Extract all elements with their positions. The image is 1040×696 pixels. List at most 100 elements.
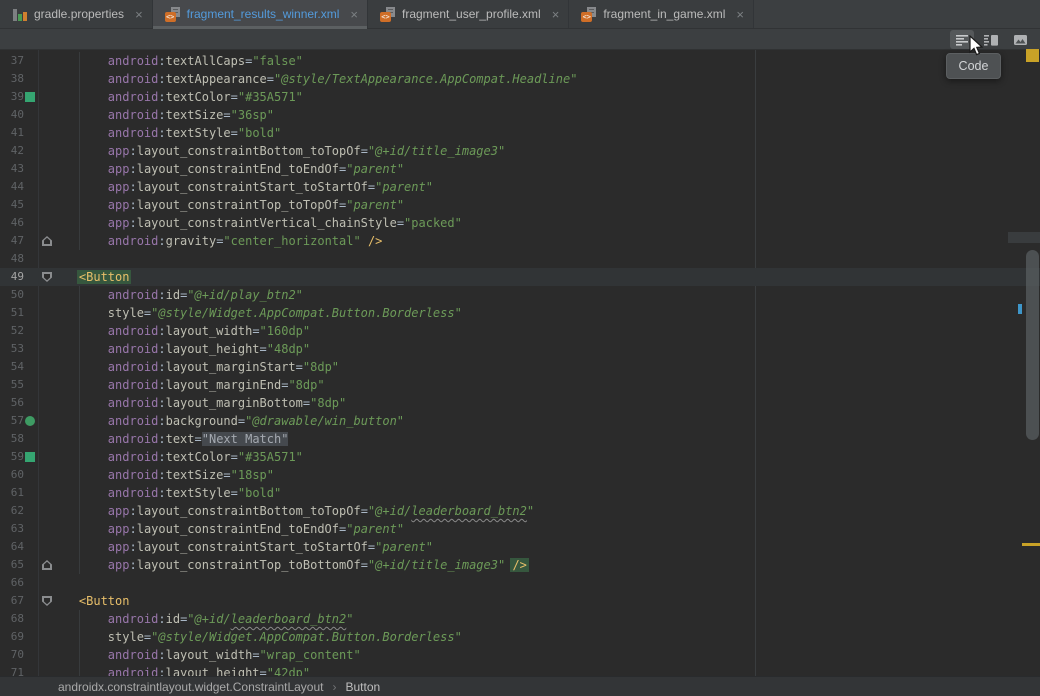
line-number: 62 [0, 502, 24, 520]
code-line-39[interactable]: 39 android:textColor="#35A571" [0, 88, 1040, 106]
code-line-55[interactable]: 55 android:layout_marginEnd="8dp" [0, 376, 1040, 394]
code-line-57[interactable]: 57 android:background="@drawable/win_but… [0, 412, 1040, 430]
code-text: android:layout_marginEnd="8dp" [50, 376, 325, 394]
code-line-58[interactable]: 58 android:text="Next Match" [0, 430, 1040, 448]
drawable-preview-icon[interactable] [25, 416, 35, 426]
stripe-info-mark[interactable] [1018, 304, 1022, 314]
line-number: 64 [0, 538, 24, 556]
editor-tab-bar: gradle.properties × <> fragment_results_… [0, 0, 1040, 29]
code-line-37[interactable]: 37 android:textAllCaps="false" [0, 52, 1040, 70]
code-text: app:layout_constraintTop_toBottomOf="@+i… [50, 556, 527, 574]
code-line-49[interactable]: 49 <Button [0, 268, 1040, 286]
code-line-50[interactable]: 50 android:id="@+id/play_btn2" [0, 286, 1040, 304]
breadcrumb-button[interactable]: Button [346, 680, 381, 694]
code-text: app:layout_constraintStart_toStartOf="pa… [50, 178, 433, 196]
code-line-68[interactable]: 68 android:id="@+id/leaderboard_btn2" [0, 610, 1040, 628]
code-line-56[interactable]: 56 android:layout_marginBottom="8dp" [0, 394, 1040, 412]
line-number: 59 [0, 448, 24, 466]
code-text: android:id="@+id/leaderboard_btn2" [50, 610, 353, 628]
line-number: 66 [0, 574, 24, 592]
code-line-51[interactable]: 51 style="@style/Widget.AppCompat.Button… [0, 304, 1040, 322]
xml-file-icon: <> [165, 7, 181, 22]
close-icon[interactable]: × [552, 8, 560, 21]
code-line-64[interactable]: 64 app:layout_constraintStart_toStartOf=… [0, 538, 1040, 556]
code-line-70[interactable]: 70 android:layout_width="wrap_content" [0, 646, 1040, 664]
line-number: 68 [0, 610, 24, 628]
code-line-43[interactable]: 43 app:layout_constraintEnd_toEndOf="par… [0, 160, 1040, 178]
code-editor[interactable]: 37 android:textAllCaps="false"38 android… [0, 50, 1040, 676]
code-line-59[interactable]: 59 android:textColor="#35A571" [0, 448, 1040, 466]
code-line-65[interactable]: 65 app:layout_constraintTop_toBottomOf="… [0, 556, 1040, 574]
line-number: 37 [0, 52, 24, 70]
code-text: android:textColor="#35A571" [50, 448, 303, 466]
code-text: <Button [50, 592, 129, 610]
code-line-53[interactable]: 53 android:layout_height="48dp" [0, 340, 1040, 358]
line-number: 56 [0, 394, 24, 412]
code-line-66[interactable]: 66 [0, 574, 1040, 592]
code-line-40[interactable]: 40 android:textSize="36sp" [0, 106, 1040, 124]
code-text: android:id="@+id/play_btn2" [50, 286, 303, 304]
tab-gradle-properties[interactable]: gradle.properties × [0, 0, 153, 28]
code-line-71[interactable]: 71 android:layout_height="42dp" [0, 664, 1040, 676]
tab-fragment-in-game[interactable]: <> fragment_in_game.xml × [569, 0, 754, 28]
code-line-69[interactable]: 69 style="@style/Widget.AppCompat.Button… [0, 628, 1040, 646]
code-line-41[interactable]: 41 android:textStyle="bold" [0, 124, 1040, 142]
code-text: app:layout_constraintTop_toTopOf="parent… [50, 196, 404, 214]
line-number: 70 [0, 646, 24, 664]
code-text: style="@style/Widget.AppCompat.Button.Bo… [50, 304, 462, 322]
color-swatch-icon[interactable] [25, 452, 35, 462]
scrollbar-thumb[interactable] [1026, 250, 1039, 440]
code-line-45[interactable]: 45 app:layout_constraintTop_toTopOf="par… [0, 196, 1040, 214]
gradle-file-icon [12, 7, 28, 22]
code-line-42[interactable]: 42 app:layout_constraintBottom_toTopOf="… [0, 142, 1040, 160]
scrollbar-track-band [1008, 232, 1040, 243]
line-number: 46 [0, 214, 24, 232]
color-swatch-icon[interactable] [25, 92, 35, 102]
mouse-cursor-icon [969, 35, 985, 62]
code-text: android:textAllCaps="false" [50, 52, 303, 70]
code-line-47[interactable]: 47 android:gravity="center_horizontal" /… [0, 232, 1040, 250]
code-line-61[interactable]: 61 android:textStyle="bold" [0, 484, 1040, 502]
code-text: android:gravity="center_horizontal" /> [50, 232, 382, 250]
design-view-icon[interactable] [1008, 30, 1032, 49]
line-number: 52 [0, 322, 24, 340]
line-number: 48 [0, 250, 24, 268]
stripe-warning-mark[interactable] [1022, 543, 1040, 546]
code-text: android:textSize="36sp" [50, 106, 274, 124]
code-text: android:textStyle="bold" [50, 124, 281, 142]
breadcrumb-constraintlayout[interactable]: androidx.constraintlayout.widget.Constra… [58, 680, 324, 694]
line-number: 55 [0, 376, 24, 394]
code-line-67[interactable]: 67 <Button [0, 592, 1040, 610]
code-text: android:layout_width="160dp" [50, 322, 310, 340]
code-text: android:textSize="18sp" [50, 466, 274, 484]
close-icon[interactable]: × [135, 8, 143, 21]
tab-fragment-results-winner[interactable]: <> fragment_results_winner.xml × [153, 0, 368, 28]
code-text: android:textStyle="bold" [50, 484, 281, 502]
line-number: 45 [0, 196, 24, 214]
code-text: android:layout_height="48dp" [50, 340, 310, 358]
code-line-48[interactable]: 48 [0, 250, 1040, 268]
code-line-60[interactable]: 60 android:textSize="18sp" [0, 466, 1040, 484]
code-text: android:layout_marginBottom="8dp" [50, 394, 346, 412]
line-number: 63 [0, 520, 24, 538]
line-number: 67 [0, 592, 24, 610]
code-line-52[interactable]: 52 android:layout_width="160dp" [0, 322, 1040, 340]
line-number: 54 [0, 358, 24, 376]
breadcrumb-bar: androidx.constraintlayout.widget.Constra… [0, 676, 1040, 696]
close-icon[interactable]: × [736, 8, 744, 21]
inspections-status-indicator[interactable] [1026, 49, 1039, 62]
code-line-38[interactable]: 38 android:textAppearance="@style/TextAp… [0, 70, 1040, 88]
code-line-63[interactable]: 63 app:layout_constraintEnd_toEndOf="par… [0, 520, 1040, 538]
code-line-44[interactable]: 44 app:layout_constraintStart_toStartOf=… [0, 178, 1040, 196]
code-line-54[interactable]: 54 android:layout_marginStart="8dp" [0, 358, 1040, 376]
line-number: 50 [0, 286, 24, 304]
xml-file-icon: <> [380, 7, 396, 22]
close-icon[interactable]: × [350, 8, 358, 21]
code-text: android:textColor="#35A571" [50, 88, 303, 106]
code-line-62[interactable]: 62 app:layout_constraintBottom_toTopOf="… [0, 502, 1040, 520]
code-text: android:textAppearance="@style/TextAppea… [50, 70, 577, 88]
line-number: 44 [0, 178, 24, 196]
tab-fragment-user-profile[interactable]: <> fragment_user_profile.xml × [368, 0, 569, 28]
code-text: android:layout_width="wrap_content" [50, 646, 361, 664]
code-line-46[interactable]: 46 app:layout_constraintVertical_chainSt… [0, 214, 1040, 232]
